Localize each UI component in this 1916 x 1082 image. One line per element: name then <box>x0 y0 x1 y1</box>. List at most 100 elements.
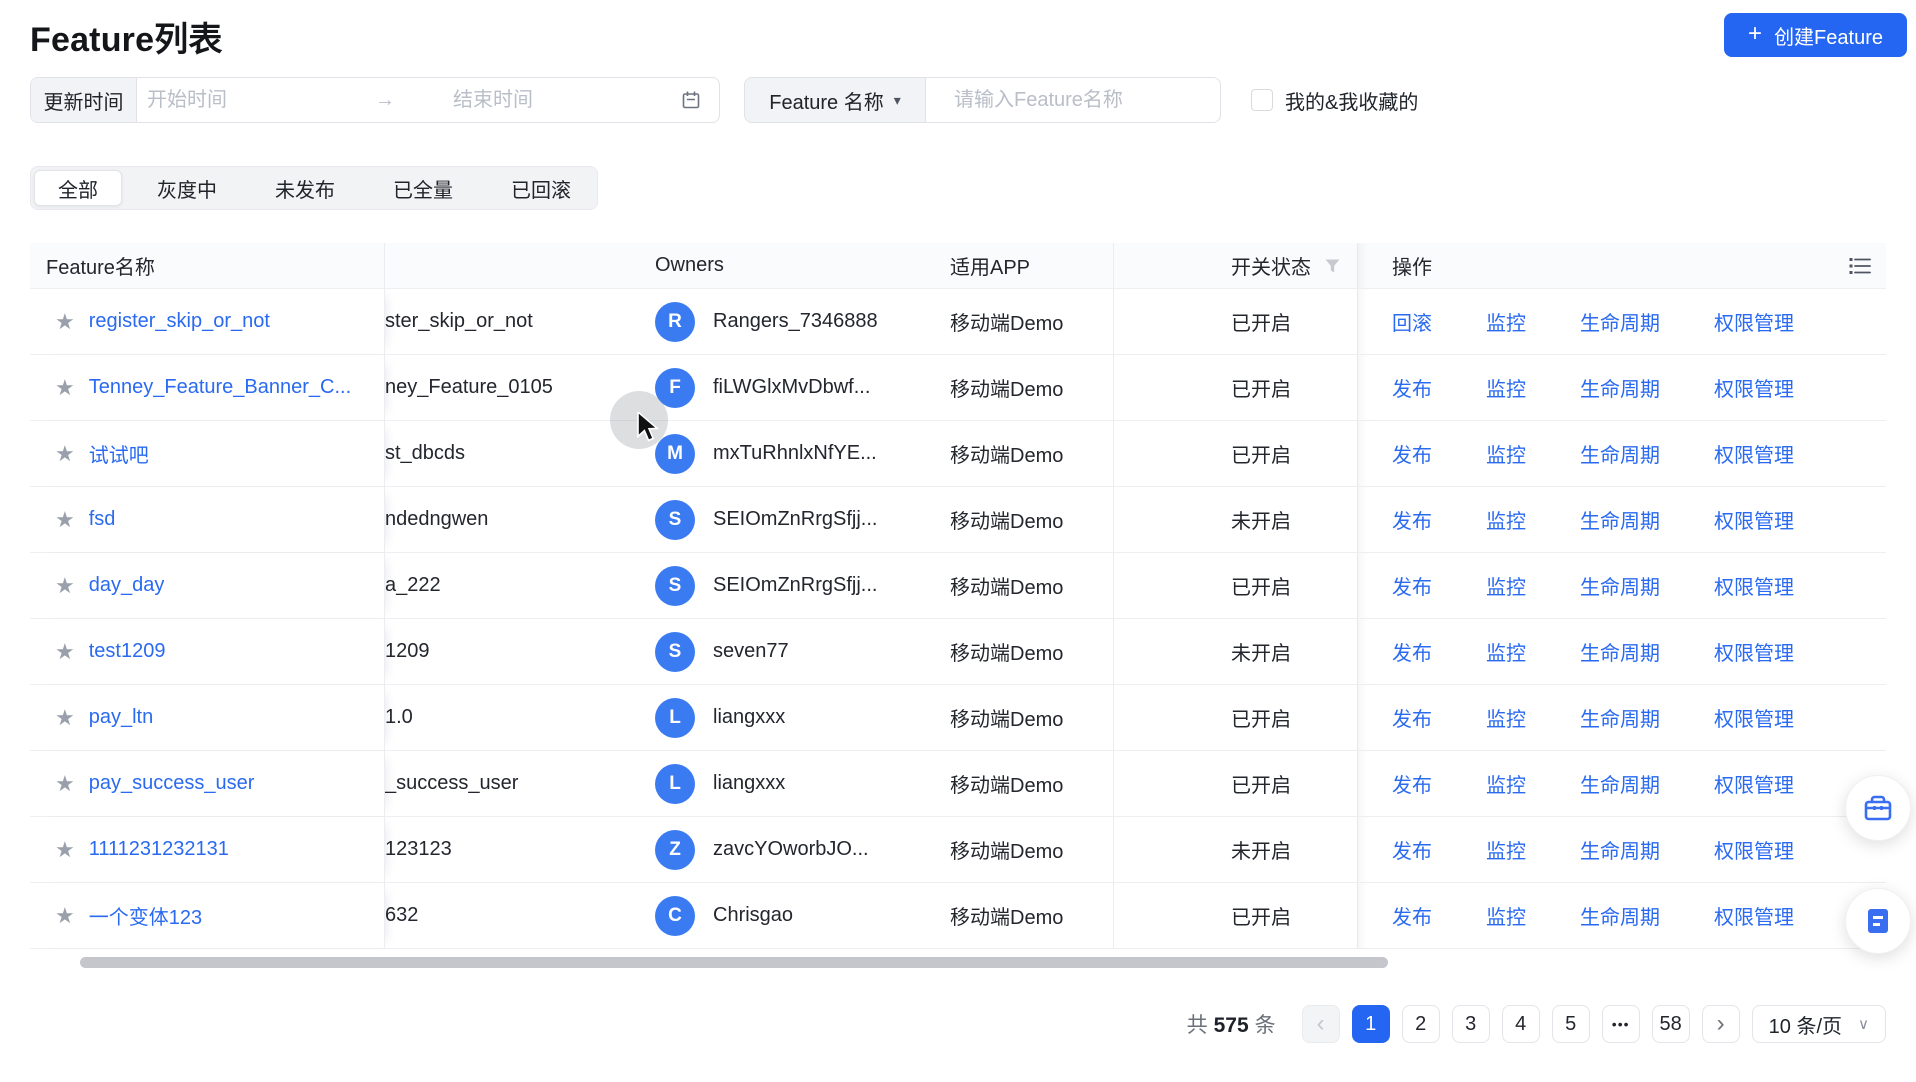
page-button-3[interactable]: 3 <box>1452 1005 1490 1043</box>
action-permission[interactable]: 权限管理 <box>1714 439 1794 468</box>
feedback-float-button[interactable] <box>1845 888 1911 954</box>
star-icon[interactable]: ★ <box>55 375 75 401</box>
tab-unpublished[interactable]: 未发布 <box>252 170 358 206</box>
feature-name-link[interactable]: Tenney_Feature_Banner_C... <box>89 376 351 399</box>
action-lifecycle[interactable]: 生命周期 <box>1580 901 1660 930</box>
action-permission[interactable]: 权限管理 <box>1714 373 1794 402</box>
status-cell: 未开启 <box>1113 619 1357 684</box>
owner-avatar: S <box>655 500 695 540</box>
action-monitor[interactable]: 监控 <box>1486 439 1526 468</box>
action-lifecycle[interactable]: 生命周期 <box>1580 439 1660 468</box>
feature-name-link[interactable]: pay_success_user <box>89 772 255 795</box>
col-header-status: 开关状态 <box>1113 243 1357 288</box>
action-permission[interactable]: 权限管理 <box>1714 901 1794 930</box>
action-lifecycle[interactable]: 生命周期 <box>1580 835 1660 864</box>
action-publish[interactable]: 发布 <box>1392 901 1432 930</box>
feature-name-link[interactable]: 试试吧 <box>89 439 149 468</box>
next-page-button[interactable]: › <box>1702 1005 1740 1043</box>
column-setting-icon[interactable] <box>1848 255 1872 277</box>
page-size-select[interactable]: 10 条/页 ∨ <box>1752 1005 1886 1043</box>
star-icon[interactable]: ★ <box>55 507 75 533</box>
star-icon[interactable]: ★ <box>55 705 75 731</box>
page-button-2[interactable]: 2 <box>1402 1005 1440 1043</box>
page-button-58[interactable]: 58 <box>1652 1005 1690 1043</box>
action-monitor[interactable]: 监控 <box>1486 703 1526 732</box>
action-publish[interactable]: 发布 <box>1392 703 1432 732</box>
action-lifecycle[interactable]: 生命周期 <box>1580 637 1660 666</box>
start-date-input[interactable] <box>137 89 375 112</box>
toolbox-float-button[interactable] <box>1845 775 1911 841</box>
action-lifecycle[interactable]: 生命周期 <box>1580 505 1660 534</box>
date-range-picker[interactable]: 更新时间 → <box>30 77 720 123</box>
action-publish[interactable]: 发布 <box>1392 769 1432 798</box>
feature-name-link[interactable]: 1111231232131 <box>89 838 229 861</box>
action-publish[interactable]: 发布 <box>1392 835 1432 864</box>
status-cell: 已开启 <box>1113 289 1357 354</box>
action-lifecycle[interactable]: 生命周期 <box>1580 571 1660 600</box>
mine-favorites-filter[interactable]: 我的&我收藏的 <box>1251 86 1418 115</box>
action-lifecycle[interactable]: 生命周期 <box>1580 769 1660 798</box>
tab-rolled-back[interactable]: 已回滚 <box>488 170 594 206</box>
feature-key-cell: st_dbcds <box>385 421 655 486</box>
action-monitor[interactable]: 监控 <box>1486 637 1526 666</box>
action-publish[interactable]: 发布 <box>1392 637 1432 666</box>
feature-name-link[interactable]: day_day <box>89 574 165 597</box>
feature-name-input[interactable] <box>926 89 1220 112</box>
tab-graying[interactable]: 灰度中 <box>134 170 240 206</box>
action-lifecycle[interactable]: 生命周期 <box>1580 373 1660 402</box>
table-row: ★1111231232131 123123 ZzavcYOworbJO... 移… <box>30 817 1886 883</box>
action-monitor[interactable]: 监控 <box>1486 835 1526 864</box>
star-icon[interactable]: ★ <box>55 309 75 335</box>
action-monitor[interactable]: 监控 <box>1486 769 1526 798</box>
prev-page-button[interactable]: ‹ <box>1302 1005 1340 1043</box>
plus-icon: + <box>1748 22 1762 46</box>
star-icon[interactable]: ★ <box>55 771 75 797</box>
feature-name-link[interactable]: fsd <box>89 508 116 531</box>
page-button-1[interactable]: 1 <box>1352 1005 1390 1043</box>
feature-key-cell: 632 <box>385 883 655 948</box>
action-publish[interactable]: 发布 <box>1392 505 1432 534</box>
search-field-label: Feature 名称 <box>769 86 883 115</box>
action-permission[interactable]: 权限管理 <box>1714 505 1794 534</box>
action-lifecycle[interactable]: 生命周期 <box>1580 703 1660 732</box>
action-rollback[interactable]: 回滚 <box>1392 307 1432 336</box>
action-monitor[interactable]: 监控 <box>1486 307 1526 336</box>
star-icon[interactable]: ★ <box>55 639 75 665</box>
action-monitor[interactable]: 监控 <box>1486 901 1526 930</box>
page-button-5[interactable]: 5 <box>1552 1005 1590 1043</box>
star-icon[interactable]: ★ <box>55 441 75 467</box>
tab-full-release[interactable]: 已全量 <box>370 170 476 206</box>
action-monitor[interactable]: 监控 <box>1486 505 1526 534</box>
action-permission[interactable]: 权限管理 <box>1714 769 1794 798</box>
mine-favorites-checkbox[interactable] <box>1251 89 1273 111</box>
status-cell: 已开启 <box>1113 883 1357 948</box>
action-lifecycle[interactable]: 生命周期 <box>1580 307 1660 336</box>
action-publish[interactable]: 发布 <box>1392 439 1432 468</box>
search-field-select[interactable]: Feature 名称 ▾ <box>745 78 926 122</box>
create-feature-button[interactable]: + 创建Feature <box>1724 13 1907 57</box>
tab-all[interactable]: 全部 <box>34 170 122 206</box>
action-publish[interactable]: 发布 <box>1392 571 1432 600</box>
pagination-ellipsis[interactable]: ••• <box>1602 1005 1640 1043</box>
horizontal-scrollbar-thumb[interactable] <box>80 957 1388 968</box>
page-size-value: 10 条/页 <box>1769 1010 1842 1039</box>
feature-name-link[interactable]: pay_ltn <box>89 706 154 729</box>
star-icon[interactable]: ★ <box>55 573 75 599</box>
action-permission[interactable]: 权限管理 <box>1714 307 1794 336</box>
action-publish[interactable]: 发布 <box>1392 373 1432 402</box>
end-date-input[interactable] <box>395 89 681 112</box>
page-button-4[interactable]: 4 <box>1502 1005 1540 1043</box>
action-permission[interactable]: 权限管理 <box>1714 571 1794 600</box>
star-icon[interactable]: ★ <box>55 903 75 929</box>
feature-name-link[interactable]: test1209 <box>89 640 166 663</box>
feature-name-link[interactable]: register_skip_or_not <box>89 310 270 333</box>
star-icon[interactable]: ★ <box>55 837 75 863</box>
filter-funnel-icon[interactable] <box>1325 259 1340 273</box>
action-monitor[interactable]: 监控 <box>1486 571 1526 600</box>
feature-name-link[interactable]: 一个变体123 <box>89 901 202 930</box>
action-permission[interactable]: 权限管理 <box>1714 637 1794 666</box>
action-permission[interactable]: 权限管理 <box>1714 703 1794 732</box>
action-permission[interactable]: 权限管理 <box>1714 835 1794 864</box>
action-monitor[interactable]: 监控 <box>1486 373 1526 402</box>
document-icon <box>1863 906 1893 936</box>
